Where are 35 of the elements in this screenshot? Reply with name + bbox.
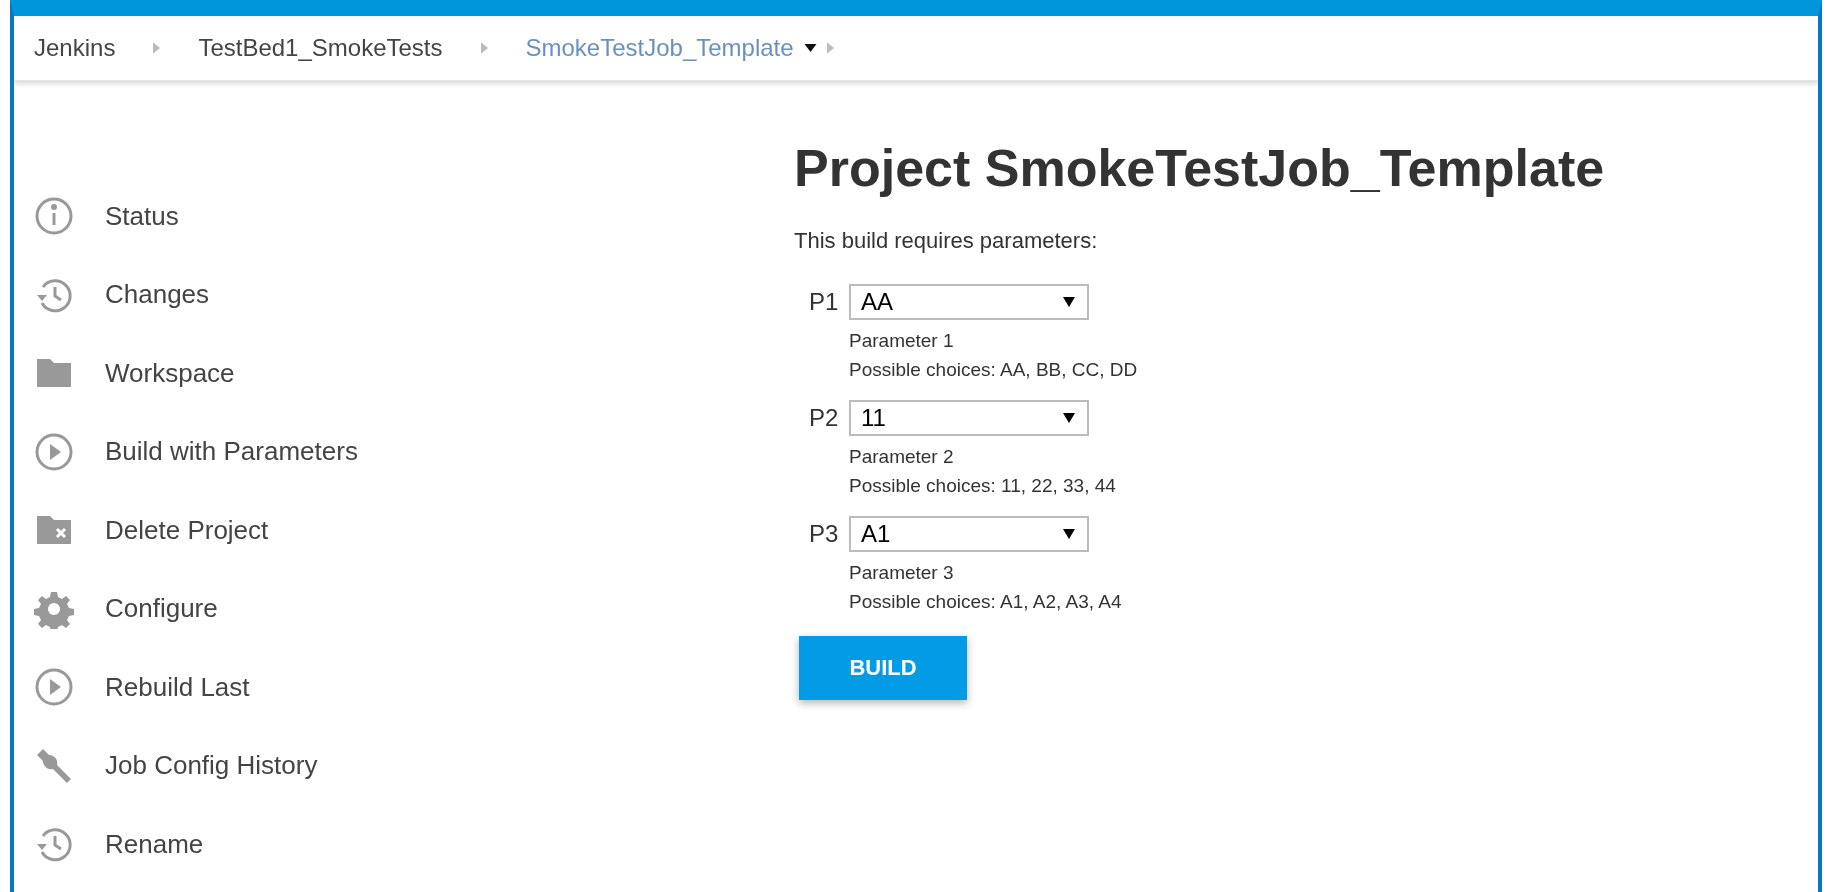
breadcrumb-link[interactable]: TestBed1_SmokeTests	[198, 34, 443, 62]
dropdown[interactable]: AA	[849, 284, 1089, 320]
sidebar-item[interactable]: Delete Project	[34, 491, 794, 570]
sidebar-item[interactable]: Status	[34, 177, 794, 256]
parameter-label: P2	[809, 404, 840, 432]
possible-choices-text: Possible choices: A1, A2, A3, A4	[849, 590, 1123, 614]
caret-icon	[1063, 297, 1075, 307]
sidebar-item[interactable]: Rebuild Last	[34, 648, 794, 727]
caret-icon	[1063, 529, 1075, 539]
chevron-icon	[480, 42, 488, 54]
dropdown[interactable]: 11	[849, 400, 1089, 436]
parameter-description: Parameter 2	[849, 445, 955, 469]
chevron-icon	[826, 42, 834, 54]
play-icon	[34, 667, 74, 708]
possible-choices-text: Possible choices: AA, BB, CC, DD	[849, 358, 1139, 382]
info-icon	[34, 196, 74, 237]
sidebar-item[interactable]: Changes	[34, 255, 794, 334]
possible-choices-text: Possible choices: 11, 22, 33, 44	[849, 474, 1117, 498]
intro-text: This build requires parameters:	[794, 228, 1099, 254]
breadcrumb-link[interactable]: Jenkins	[34, 34, 116, 62]
caret-icon[interactable]	[803, 44, 817, 52]
sidebar-item[interactable]: Workspace	[34, 334, 794, 413]
chevron-icon	[153, 42, 161, 54]
sidebar-item[interactable]: Configure	[34, 569, 794, 648]
sidebar-item[interactable]: Job Config History	[34, 726, 794, 805]
page-title: Project SmokeTestJob_Template	[794, 138, 1605, 198]
play-icon	[34, 431, 74, 472]
parameter-description: Parameter 1	[849, 329, 955, 353]
parameter-description: Parameter 3	[849, 561, 955, 585]
caret-icon	[1063, 413, 1075, 423]
parameter-label: P1	[809, 288, 840, 316]
sidebar-item[interactable]: Build with Parameters	[34, 412, 794, 491]
dropdown[interactable]: A1	[849, 516, 1089, 552]
parameter-label: P3	[809, 520, 840, 548]
sidebar-item[interactable]: Rename	[34, 805, 794, 884]
